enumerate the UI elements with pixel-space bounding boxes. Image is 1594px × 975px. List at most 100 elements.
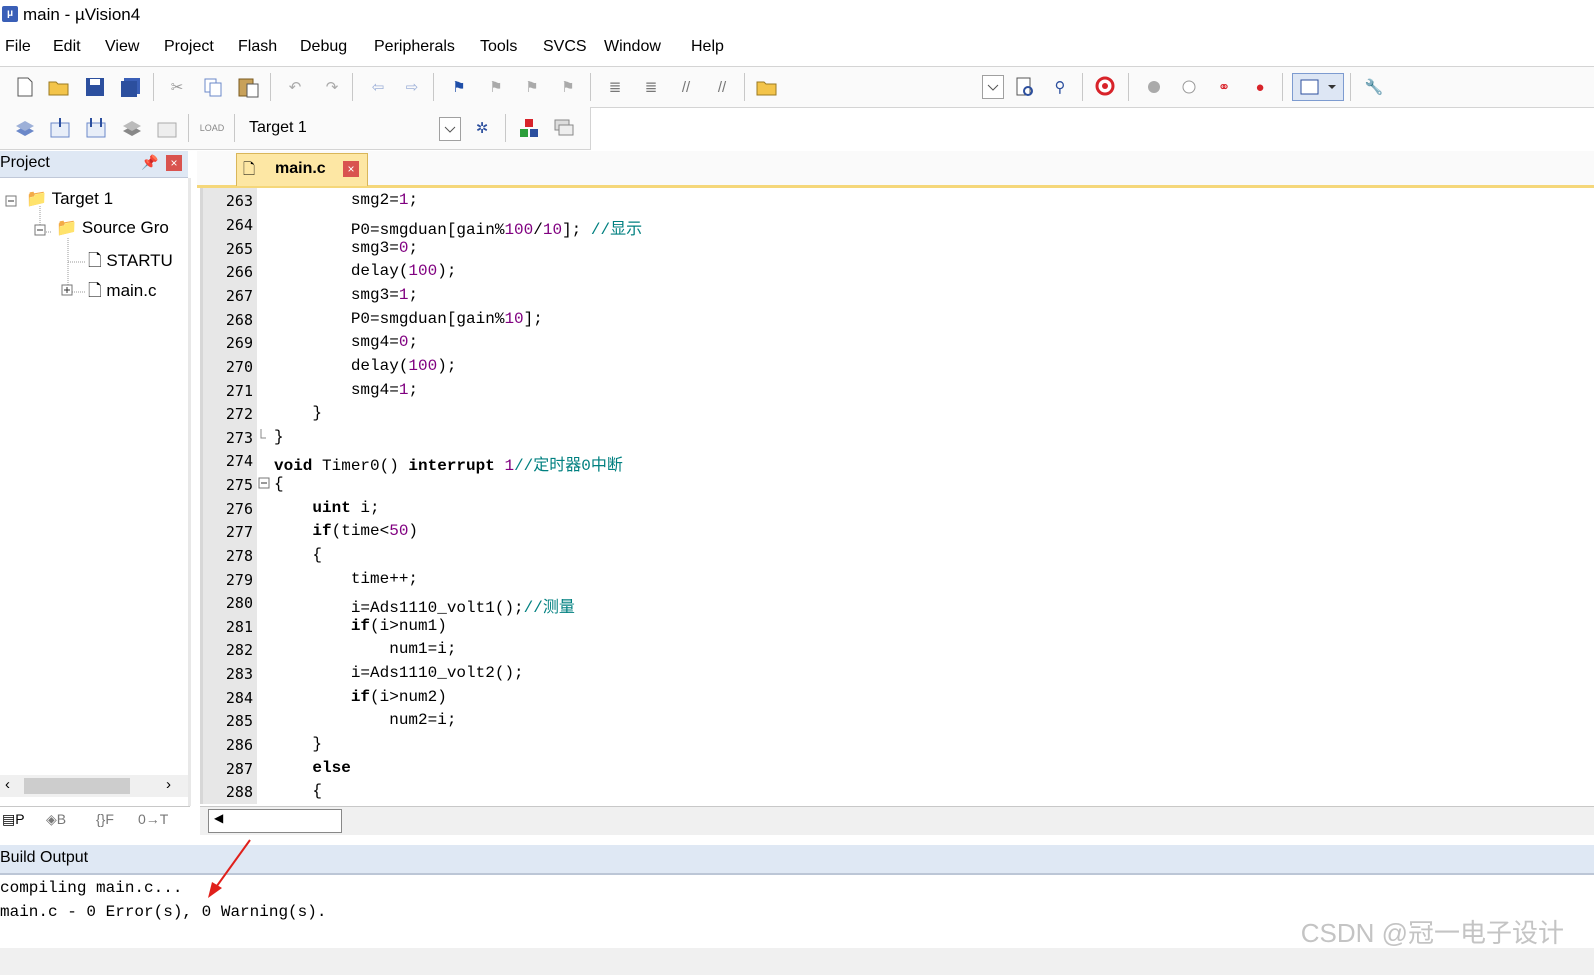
- tree-item-startup[interactable]: 🗋 STARTU: [88, 248, 173, 277]
- editor-tab-bar: [197, 151, 1594, 188]
- separator: [1350, 73, 1351, 101]
- enable-breakpoint-icon[interactable]: [1177, 75, 1201, 99]
- code-line: else: [312, 759, 351, 777]
- save-all-icon[interactable]: [119, 75, 143, 99]
- undo-icon[interactable]: ↶: [283, 75, 307, 99]
- line-number: 271: [225, 382, 253, 400]
- books-tab[interactable]: ◈B: [46, 811, 66, 828]
- scroll-left-icon[interactable]: ‹: [5, 776, 10, 793]
- fold-margin: [257, 188, 272, 804]
- project-pane-tabs: ▤P ◈B {}F 0→T: [0, 806, 190, 835]
- new-file-icon[interactable]: [13, 75, 37, 99]
- navigate-forward-icon[interactable]: ⇨: [400, 75, 424, 99]
- debug-session-icon[interactable]: [1094, 75, 1118, 99]
- functions-tab[interactable]: {}F: [96, 811, 114, 827]
- line-number: 267: [225, 287, 253, 305]
- separator: [590, 73, 591, 101]
- menu-window[interactable]: Window: [604, 38, 661, 56]
- menu-file[interactable]: File: [5, 38, 31, 56]
- menu-view[interactable]: View: [105, 38, 139, 56]
- tree-item-target[interactable]: 📁 Target 1: [26, 189, 113, 209]
- line-number: 266: [225, 263, 253, 281]
- tree-item-source-group[interactable]: 📁 Source Gro: [56, 218, 169, 238]
- disable-breakpoints-icon[interactable]: ⚭: [1212, 75, 1236, 99]
- clear-bookmarks-icon[interactable]: ⚑: [556, 75, 580, 99]
- project-tree: 📁 Target 1 📁 Source Gro 🗋 STARTU 🗋 main.…: [0, 178, 191, 806]
- open-file-icon[interactable]: [47, 75, 71, 99]
- build-output-line: compiling main.c...: [0, 879, 183, 897]
- code-line: if(time<50): [312, 522, 419, 540]
- uncomment-icon[interactable]: //: [710, 75, 734, 99]
- menu-help[interactable]: Help: [691, 38, 724, 56]
- window-layout-dropdown[interactable]: [1292, 73, 1344, 101]
- batch-build-icon[interactable]: [120, 116, 144, 140]
- navigate-back-icon[interactable]: ⇦: [366, 75, 390, 99]
- copy-icon[interactable]: [201, 75, 225, 99]
- manage-project-items-icon[interactable]: [517, 116, 541, 140]
- code-line: num1=i;: [274, 640, 457, 658]
- stop-build-icon[interactable]: [155, 116, 179, 140]
- indent-icon[interactable]: ≣: [603, 75, 627, 99]
- find-in-files-icon[interactable]: [755, 75, 779, 99]
- editor-hscrollbar[interactable]: ◀: [200, 806, 1594, 835]
- kill-breakpoints-icon[interactable]: ●: [1248, 75, 1272, 99]
- unindent-icon[interactable]: ≣: [639, 75, 663, 99]
- incremental-find-icon[interactable]: [1013, 75, 1037, 99]
- tab-main-c[interactable]: 🗋 main.c ×: [236, 153, 368, 186]
- translate-icon[interactable]: [13, 116, 37, 140]
- line-number: 283: [225, 665, 253, 683]
- line-number: 270: [225, 358, 253, 376]
- comment-icon[interactable]: //: [674, 75, 698, 99]
- menu-edit[interactable]: Edit: [53, 38, 81, 56]
- pin-icon[interactable]: 📌: [141, 154, 158, 171]
- scroll-right-icon[interactable]: ›: [166, 776, 171, 793]
- separator: [1128, 73, 1129, 101]
- separator: [433, 73, 434, 101]
- target-options-icon[interactable]: ✲: [470, 116, 494, 140]
- browse-icon[interactable]: ⚲: [1048, 75, 1072, 99]
- rebuild-icon[interactable]: [84, 116, 108, 140]
- menu-tools[interactable]: Tools: [480, 38, 517, 56]
- prev-bookmark-icon[interactable]: ⚑: [484, 75, 508, 99]
- scroll-left-icon[interactable]: ◀: [214, 811, 223, 825]
- next-bookmark-icon[interactable]: ⚑: [520, 75, 544, 99]
- code-line: if(i>num1): [350, 617, 447, 635]
- code-line: smg3=0;: [274, 239, 419, 257]
- templates-tab[interactable]: 0→T: [138, 811, 168, 827]
- build-icon[interactable]: [48, 116, 72, 140]
- cut-icon[interactable]: ✂: [165, 75, 189, 99]
- project-hscrollbar[interactable]: ‹ ›: [0, 775, 188, 797]
- code-line: i=Ads1110_volt1();//测量: [274, 599, 575, 617]
- menu-flash[interactable]: Flash: [238, 38, 277, 56]
- menu-peripherals[interactable]: Peripherals: [374, 38, 455, 56]
- redo-icon[interactable]: ↷: [320, 75, 344, 99]
- menu-svcs[interactable]: SVCS: [543, 38, 587, 56]
- line-number: 280: [225, 594, 253, 612]
- menu-debug[interactable]: Debug: [300, 38, 347, 56]
- project-tab[interactable]: ▤P: [2, 811, 25, 828]
- line-number: 286: [225, 736, 253, 754]
- save-icon[interactable]: [83, 75, 107, 99]
- window-title: main - µVision4: [23, 5, 141, 24]
- select-packs-icon[interactable]: [552, 116, 576, 140]
- line-number: 278: [225, 547, 253, 565]
- menu-project[interactable]: Project: [164, 38, 214, 56]
- build-output-line: main.c - 0 Error(s), 0 Warning(s).: [0, 903, 327, 921]
- close-pane-icon[interactable]: ×: [166, 155, 182, 171]
- project-pane-header: Project 📌 ×: [0, 151, 188, 178]
- menu-bar: File Edit View Project Flash Debug Perip…: [0, 36, 1594, 62]
- download-icon[interactable]: LOAD: [200, 116, 225, 140]
- separator: [234, 114, 235, 142]
- scroll-thumb[interactable]: [24, 778, 130, 794]
- close-tab-icon[interactable]: ×: [343, 161, 359, 177]
- configure-icon[interactable]: 🔧: [1362, 75, 1386, 99]
- scroll-thumb[interactable]: [208, 809, 342, 833]
- insert-breakpoint-icon[interactable]: [1142, 75, 1166, 99]
- tree-item-main-c[interactable]: 🗋 main.c: [88, 278, 156, 307]
- build-output-title: Build Output: [0, 849, 89, 866]
- paste-icon[interactable]: [237, 75, 261, 99]
- find-dropdown[interactable]: [982, 75, 1004, 99]
- code-line: }: [274, 404, 323, 422]
- target-dropdown-button[interactable]: [439, 117, 461, 141]
- bookmark-icon[interactable]: ⚑: [447, 75, 471, 99]
